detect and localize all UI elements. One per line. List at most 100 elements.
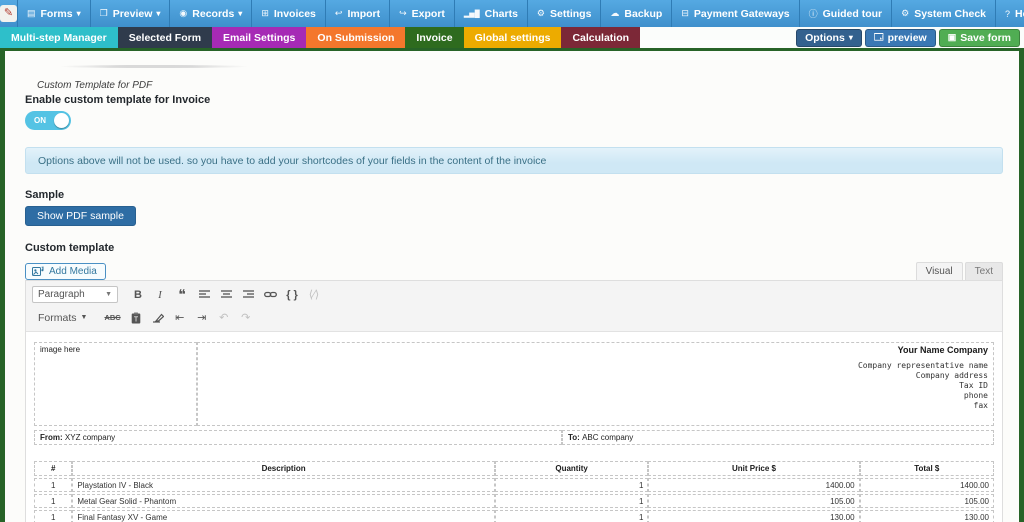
align-right-button[interactable] [238, 285, 258, 304]
bold-button[interactable]: B [128, 285, 148, 304]
item-row: 1 Final Fantasy XV - Game 1 130.00 130.0… [34, 510, 994, 522]
app-logo[interactable]: ✎ [0, 0, 18, 27]
sample-label: Sample [25, 189, 65, 201]
formats-dropdown[interactable]: Formats ▼ [32, 308, 93, 327]
monitor-icon: ❐ [99, 8, 108, 18]
editor-content-area[interactable]: image here Your Name Company Company rep… [26, 332, 1002, 522]
pencil-logo-icon: ✎ [0, 5, 17, 22]
menu-charts[interactable]: ▂▅█ Charts [455, 0, 528, 27]
blockquote-button[interactable]: ❝ [172, 285, 192, 304]
gear-icon: ⚙ [536, 8, 545, 18]
monitor-icon: 🗔 [873, 31, 884, 42]
editor-header-row: Add Media Visual Text [25, 262, 1003, 280]
preview-button[interactable]: 🗔 preview [864, 28, 936, 47]
redo-button[interactable]: ↷ [236, 308, 256, 327]
card-icon: ⊟ [681, 8, 689, 18]
align-right-icon [242, 290, 254, 298]
menu-records[interactable]: ◉ Records ▾ [170, 0, 253, 27]
eraser-icon [152, 313, 164, 323]
section-title: Custom Template for PDF [37, 80, 153, 91]
menu-guided-tour[interactable]: ⓘ Guided tour [800, 0, 893, 27]
to-cell: To: ABC company [562, 430, 994, 445]
menu-payment-gateways[interactable]: ⊟ Payment Gateways [672, 0, 800, 27]
menu-help[interactable]: ? Help ▾ [996, 0, 1024, 27]
clear-formatting-button[interactable] [148, 308, 168, 327]
tab-multi-step-manager[interactable]: Multi-step Manager [0, 27, 118, 48]
clipboard-icon: T [131, 312, 141, 323]
menu-system-check[interactable]: ⚙ System Check [892, 0, 997, 27]
cloud-icon: ☁ [610, 8, 620, 18]
menu-forms[interactable]: ▤ Forms ▾ [18, 0, 91, 27]
outdent-button[interactable]: ⇤ [170, 308, 190, 327]
menu-settings[interactable]: ⚙ Settings [528, 0, 602, 27]
tab-invoice[interactable]: Invoice [405, 27, 464, 48]
add-media-button[interactable]: Add Media [25, 263, 106, 280]
main-toolbar: ✎ ▤ Forms ▾ ❐ Preview ▾ ◉ Records ▾ ⊞ In… [0, 0, 1024, 27]
question-icon: ? [1005, 8, 1011, 19]
link-button[interactable] [260, 285, 280, 304]
align-center-icon [220, 290, 232, 298]
company-line: fax [973, 401, 988, 410]
align-center-button[interactable] [216, 285, 236, 304]
company-line: Company representative name [857, 361, 988, 370]
menu-export[interactable]: ↪ Export [390, 0, 455, 27]
tab-global-settings[interactable]: Global settings [463, 27, 562, 48]
company-line: phone [963, 391, 988, 400]
align-left-button[interactable] [194, 285, 214, 304]
editor-toolbar-row-1: Paragraph ▼ B I ❝ {} ⟨∕⟩ [32, 283, 996, 306]
menu-preview[interactable]: ❐ Preview ▾ [91, 0, 171, 27]
media-icon [32, 266, 44, 276]
wysiwyg-editor: Paragraph ▼ B I ❝ {} ⟨∕⟩ Formats ▼ ABC … [25, 280, 1003, 522]
tab-text[interactable]: Text [964, 262, 1003, 280]
menu-invoices[interactable]: ⊞ Invoices [252, 0, 326, 27]
company-line: Tax ID [959, 381, 988, 390]
tab-email-settings[interactable]: Email Settings [212, 27, 307, 48]
invoice-items-table: # Description Quantity Unit Price $ Tota… [34, 459, 994, 522]
shortcode-button[interactable]: { } [282, 285, 302, 304]
item-row: 1 Playstation IV - Black 1 1400.00 1400.… [34, 478, 994, 492]
italic-button[interactable]: I [150, 285, 170, 304]
show-pdf-sample-button[interactable]: Show PDF sample [25, 206, 136, 226]
paragraph-dropdown[interactable]: Paragraph ▼ [32, 286, 118, 303]
menu-import[interactable]: ↩ Import [326, 0, 391, 27]
tab-calculation[interactable]: Calculation [561, 27, 641, 48]
enable-template-toggle[interactable]: ON [25, 111, 71, 130]
company-line: Company address [915, 371, 988, 380]
align-left-icon [198, 290, 210, 298]
editor-toolbar-row-2: Formats ▼ ABC T ⇤ ⇥ ↶ ↷ [32, 306, 996, 329]
custom-template-label: Custom template [25, 242, 115, 254]
editor-toolbar: Paragraph ▼ B I ❝ {} ⟨∕⟩ Formats ▼ ABC … [26, 281, 1002, 332]
from-to-table: From: XYZ company To: ABC company [34, 428, 994, 447]
app-window: ✎ ▤ Forms ▾ ❐ Preview ▾ ◉ Records ▾ ⊞ In… [0, 0, 1024, 522]
save-icon: ▣ [947, 32, 957, 42]
import-arrow-icon: ↩ [334, 8, 343, 18]
info-circle-icon: ⓘ [808, 9, 818, 19]
chevron-down-icon: ▾ [238, 9, 243, 18]
item-row: 1 Metal Gear Solid - Phantom 1 105.00 10… [34, 494, 994, 508]
company-info-cell: Your Name Company Company representative… [197, 342, 994, 426]
invoice-icon: ⊞ [261, 8, 269, 18]
chevron-down-icon: ▾ [848, 33, 853, 42]
tab-visual[interactable]: Visual [915, 262, 963, 280]
editor-mode-tabs: Visual Text [915, 262, 1003, 280]
chevron-down-icon: ▼ [80, 314, 88, 321]
strikethrough-button[interactable]: ABC [101, 308, 123, 327]
undo-button[interactable]: ↶ [214, 308, 234, 327]
tab-selected-form[interactable]: Selected Form [117, 27, 213, 48]
indent-button[interactable]: ⇥ [192, 308, 212, 327]
company-name: Your Name Company [897, 345, 988, 355]
paste-as-text-button[interactable]: T [126, 308, 146, 327]
tab-on-submission[interactable]: On Submission [306, 27, 406, 48]
menu-backup[interactable]: ☁ Backup [601, 0, 673, 27]
options-button[interactable]: Options ▾ [796, 28, 862, 47]
save-form-button[interactable]: ▣ Save form [938, 28, 1020, 47]
records-icon: ◉ [179, 8, 188, 18]
link-icon [263, 291, 277, 298]
export-arrow-icon: ↪ [399, 8, 407, 18]
code-button-disabled[interactable]: ⟨∕⟩ [304, 285, 324, 304]
svg-text:T: T [134, 316, 139, 323]
toggle-state-label: ON [34, 116, 46, 125]
enable-template-label: Enable custom template for Invoice [25, 94, 211, 106]
bar-chart-icon: ▂▅█ [463, 10, 480, 18]
